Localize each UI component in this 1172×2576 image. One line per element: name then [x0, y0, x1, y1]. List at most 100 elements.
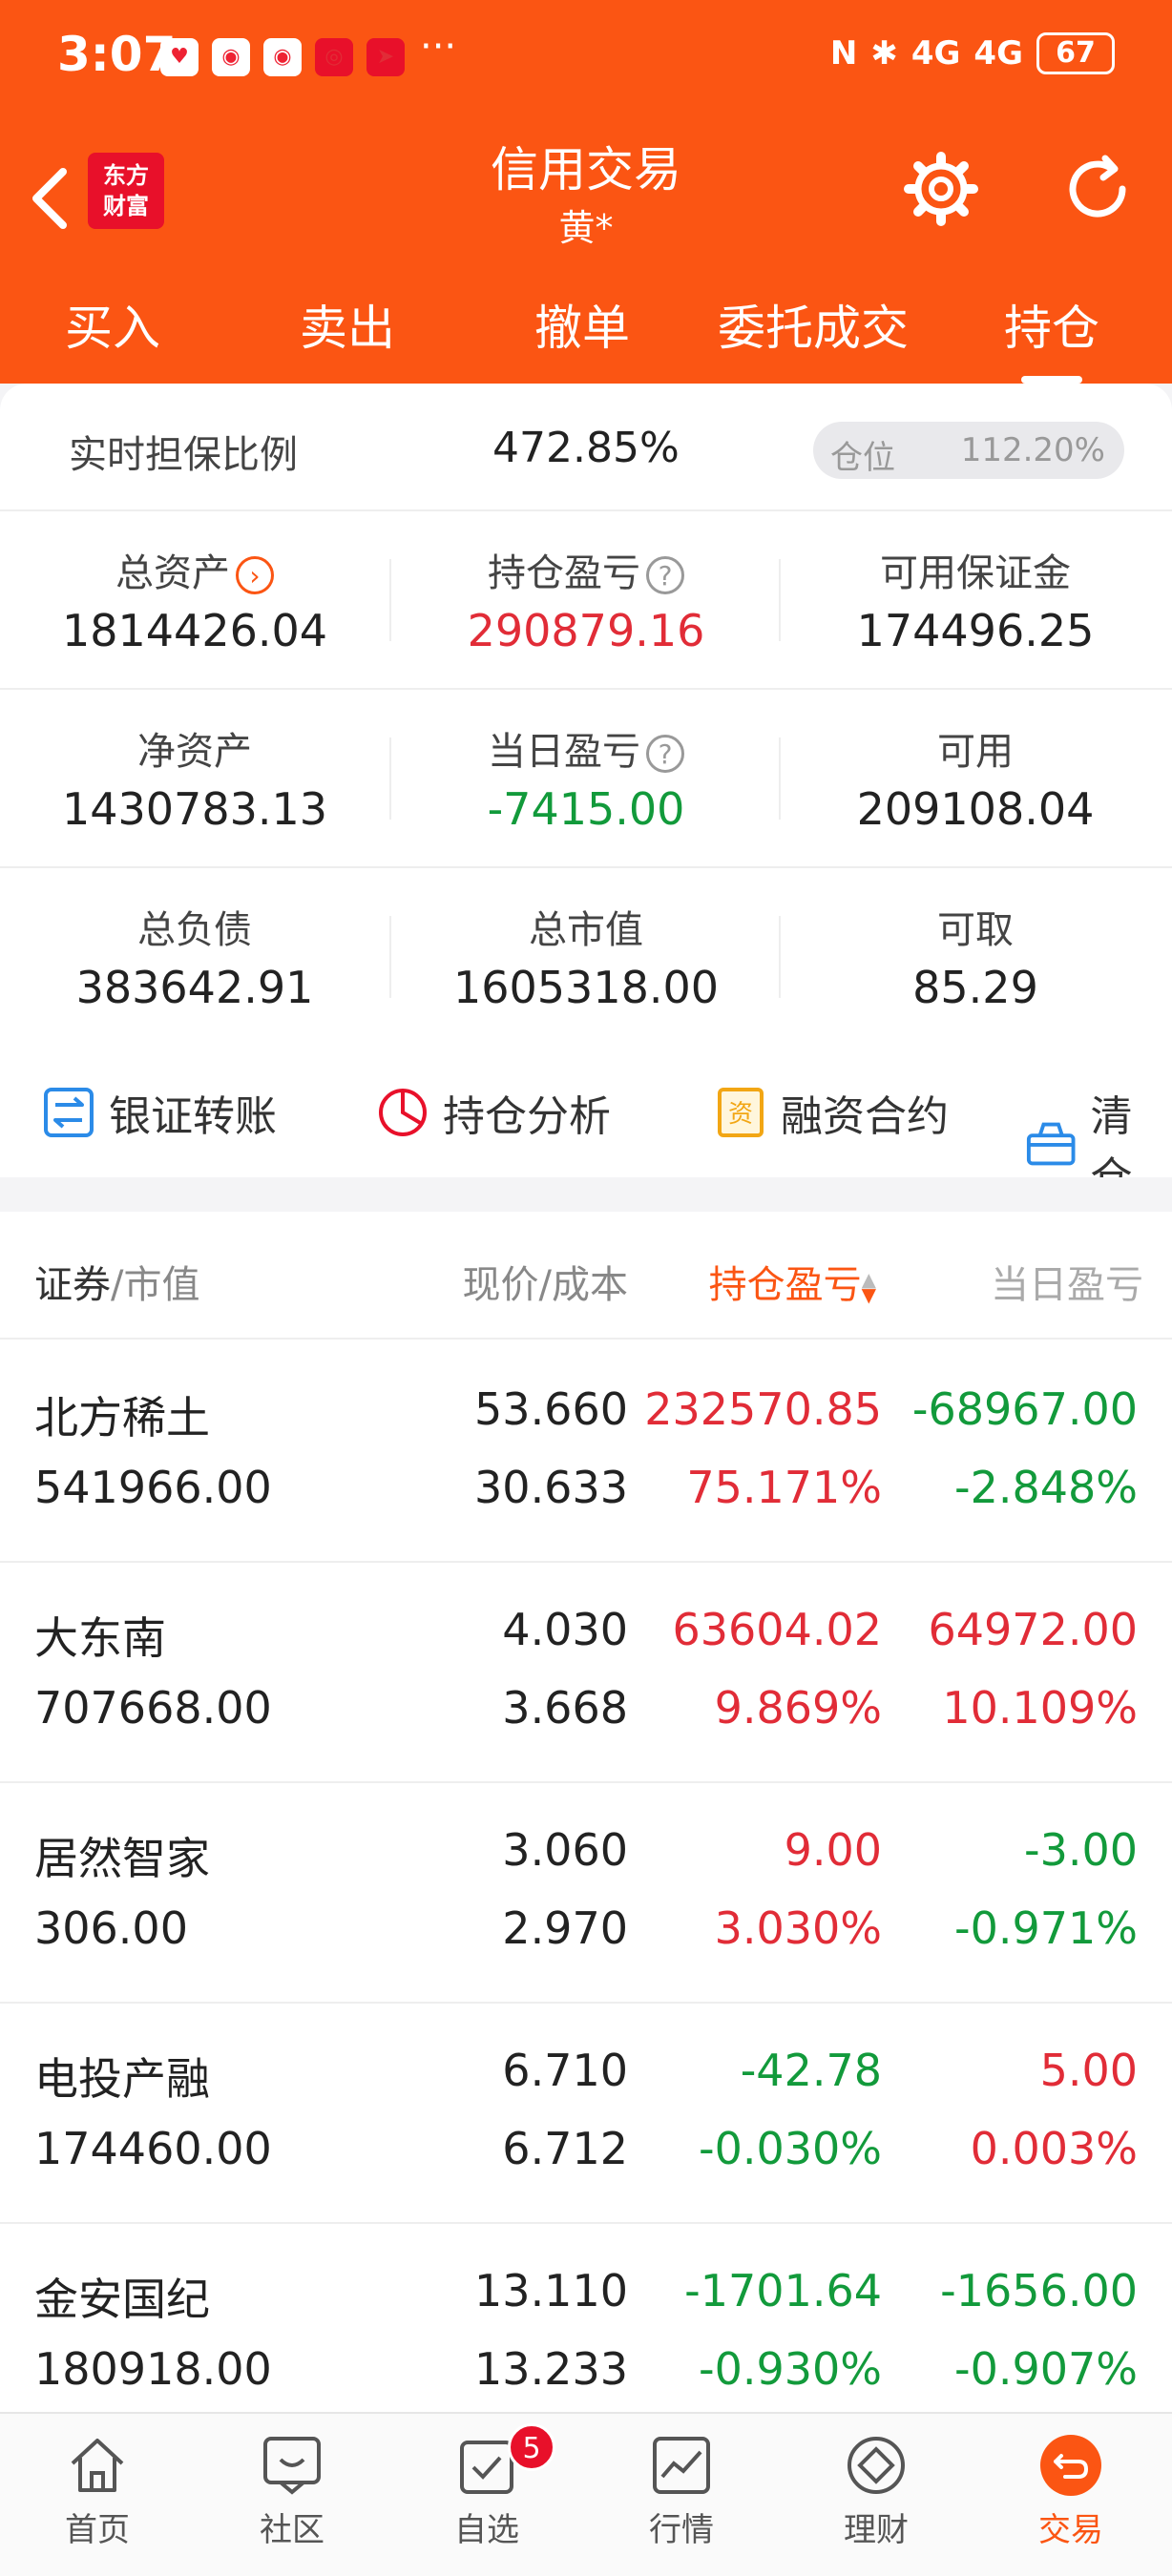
more-notifications-icon: ···: [420, 25, 457, 69]
weibo-icon: ◉: [263, 38, 302, 76]
cell-label: 可用: [937, 730, 1014, 774]
stock-name: 金安国纪: [34, 2274, 210, 2325]
trade-tabs: 买入 卖出 撤单 委托成交 持仓: [0, 277, 1172, 384]
col-position-pl[interactable]: 持仓盈亏 ▲ ▼: [709, 1254, 876, 1309]
cell-label-text: 总资产: [115, 551, 230, 595]
nav-label: 交易: [1038, 2511, 1103, 2549]
holding-row[interactable]: 大东南 707668.00 4.030 3.668 63604.02 9.869…: [0, 1562, 1172, 1783]
account-name: 黄*: [558, 207, 614, 249]
cell-label: 可用保证金: [880, 551, 1071, 595]
nav-label: 理财: [844, 2511, 909, 2549]
available-funds: 可用 209108.04: [781, 690, 1170, 868]
nav-label: 行情: [649, 2511, 714, 2549]
nav-market[interactable]: 行情: [605, 2431, 758, 2550]
cell-label: 当日盈亏?: [391, 720, 781, 776]
holding-row[interactable]: 电投产融 174460.00 6.710 6.712 -42.78 -0.030…: [0, 2003, 1172, 2224]
stock-name: 大东南: [34, 1612, 166, 1664]
holding-row[interactable]: 金安国纪 180918.00 13.110 13.233 -1701.64 -0…: [0, 2223, 1172, 2412]
position-pl-percent: 75.171%: [686, 1462, 882, 1513]
tab-orders[interactable]: 委托成交: [718, 290, 909, 359]
cell-value: 209108.04: [856, 783, 1095, 835]
holdings-header: 证券/市值 现价/成本 持仓盈亏 ▲ ▼ 当日盈亏: [0, 1212, 1172, 1340]
pie-chart-icon: [379, 1089, 427, 1136]
col-security[interactable]: 证券/市值: [34, 1254, 199, 1309]
holding-row[interactable]: 北方稀土 541966.00 53.660 30.633 232570.85 7…: [0, 1341, 1172, 1563]
tab-sell[interactable]: 卖出: [300, 290, 395, 359]
cost-price: 13.233: [474, 2343, 628, 2395]
ratio-value: 472.85%: [492, 424, 680, 472]
daily-pl-value: -68967.00: [911, 1383, 1138, 1435]
total-liabilities: 总负债 383642.91: [0, 868, 389, 1047]
col-sub-label: /市值: [111, 1263, 200, 1307]
nav-bar: 东方 财富 信用交易 黄*: [0, 122, 1172, 265]
cell-label: 总资产 ›: [0, 542, 389, 597]
notification-icons: ♥ ◉ ◉ ◎ ➤: [160, 38, 405, 76]
bank-transfer-button[interactable]: 银证转账: [42, 1082, 277, 1143]
holding-row[interactable]: 居然智家 306.00 3.060 2.970 9.00 3.030% -3.0…: [0, 1782, 1172, 2004]
cell-label-text: 当日盈亏: [488, 730, 640, 774]
col-price-cost[interactable]: 现价/成本: [463, 1254, 628, 1309]
position-pl-value: 232570.85: [644, 1383, 882, 1435]
daily-pl-value: 5.00: [1039, 2045, 1138, 2096]
position-analysis-button[interactable]: 持仓分析: [376, 1082, 611, 1143]
market-value: 707668.00: [34, 1682, 272, 1734]
nav-watchlist[interactable]: 自选 5: [410, 2423, 563, 2550]
cell-label: 总市值: [529, 908, 643, 952]
current-price: 6.710: [502, 2045, 628, 2096]
tab-positions[interactable]: 持仓: [1004, 290, 1099, 384]
nav-home[interactable]: 首页: [21, 2431, 174, 2550]
daily-pl-percent: -2.848%: [954, 1462, 1138, 1513]
stock-name: 居然智家: [34, 1833, 210, 1884]
battery-icon: 67: [1036, 32, 1115, 74]
ratio-label: 实时担保比例: [69, 433, 298, 477]
help-icon[interactable]: ?: [646, 735, 684, 773]
contract-icon: 资: [718, 1088, 764, 1137]
position-pl-percent: -0.030%: [699, 2123, 882, 2174]
total-assets[interactable]: 总资产 › 1814426.04: [0, 511, 389, 690]
market-chart-icon: [653, 2437, 710, 2494]
col-daily-pl[interactable]: 当日盈亏: [991, 1254, 1143, 1309]
notification-badge: 5: [508, 2423, 555, 2471]
quick-actions: 银证转账 持仓分析 资 融资合约 清仓: [0, 1044, 1172, 1202]
nav-trade[interactable]: 交易: [994, 2431, 1147, 2550]
cell-value: 85.29: [912, 962, 1038, 1013]
holdings-list: 证券/市值 现价/成本 持仓盈亏 ▲ ▼ 当日盈亏 北方稀土 541966.00 5…: [0, 1212, 1172, 2412]
margin-contract-button[interactable]: 资 融资合约: [714, 1082, 949, 1143]
cell-label-text: 持仓盈亏: [488, 551, 640, 595]
cost-price: 2.970: [502, 1902, 628, 1954]
summary-row: 总资产 › 1814426.04 持仓盈亏? 290879.16 可用保证金 17…: [0, 511, 1172, 690]
nav-community[interactable]: 社区: [216, 2431, 368, 2550]
daily-pl-percent: 0.003%: [970, 2123, 1138, 2174]
position-pl-value: -42.78: [740, 2045, 882, 2096]
nav-label: 首页: [65, 2511, 130, 2549]
nav-wealth[interactable]: 理财: [800, 2431, 952, 2550]
net-assets: 净资产 1430783.13: [0, 690, 389, 868]
status-right: N ✱ 4G 4G 67: [830, 32, 1115, 74]
nfc-icon: N: [829, 34, 858, 73]
chat-icon: [263, 2437, 321, 2495]
nav-label: 自选: [454, 2511, 519, 2549]
tab-buy[interactable]: 买入: [65, 290, 160, 359]
cost-price: 3.668: [502, 1682, 628, 1734]
summary-row: 总负债 383642.91 总市值 1605318.00 可取 85.29: [0, 868, 1172, 1047]
daily-pl-value: -1656.00: [940, 2265, 1138, 2316]
chevron-right-icon[interactable]: ›: [236, 556, 274, 594]
huawei-app-icon: ♥: [160, 38, 199, 76]
gear-icon[interactable]: [903, 151, 979, 227]
position-pl-value: 9.00: [784, 1824, 882, 1876]
home-icon: [71, 2439, 124, 2492]
current-price: 13.110: [474, 2265, 628, 2316]
cell-value: 174496.25: [856, 605, 1095, 656]
tab-cancel[interactable]: 撤单: [534, 290, 630, 359]
cell-value: 1430783.13: [61, 783, 328, 835]
daily-pl-value: 64972.00: [928, 1604, 1139, 1655]
position-pl-percent: 3.030%: [714, 1902, 882, 1954]
position-pl-value: 63604.02: [672, 1604, 883, 1655]
daily-pl-percent: -0.907%: [954, 2343, 1138, 2395]
refresh-icon[interactable]: [1059, 151, 1136, 227]
help-icon[interactable]: ?: [646, 556, 684, 594]
stock-name: 北方稀土: [34, 1392, 210, 1444]
weibo-icon: ◉: [212, 38, 250, 76]
trade-icon: [1040, 2435, 1101, 2496]
daily-pl-percent: 10.109%: [942, 1682, 1138, 1734]
